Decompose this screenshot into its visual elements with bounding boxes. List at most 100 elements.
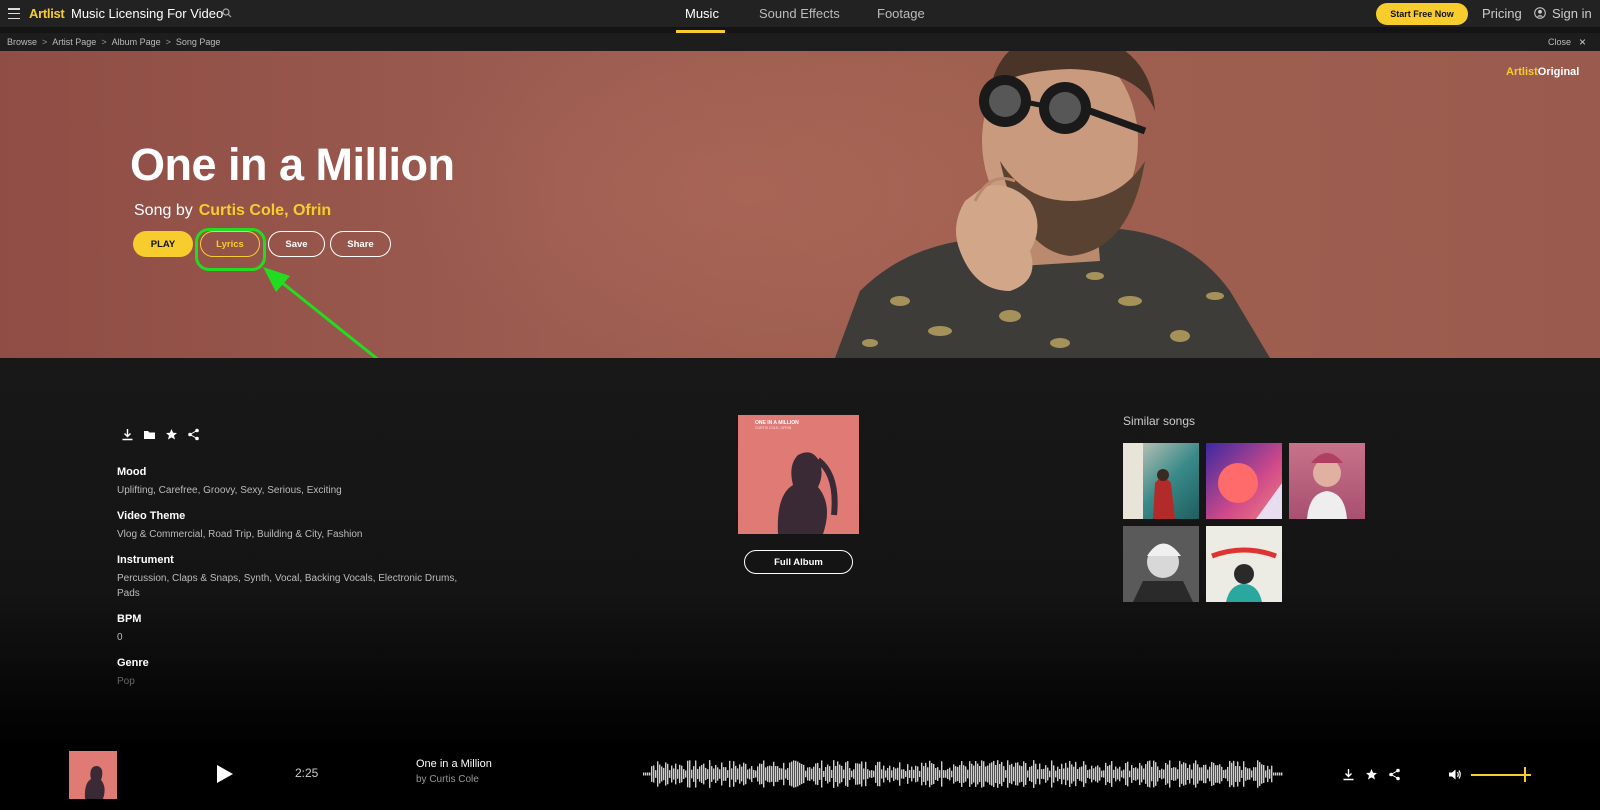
similar-song-cover[interactable] bbox=[1206, 443, 1282, 519]
waveform-bar bbox=[743, 762, 745, 786]
waveform-bar bbox=[807, 767, 809, 781]
player-action-icons bbox=[1342, 768, 1401, 781]
cover-art bbox=[1123, 526, 1199, 602]
waveform-bar bbox=[1147, 761, 1149, 787]
breadcrumb-separator: > bbox=[42, 37, 48, 47]
waveform-bar bbox=[855, 763, 857, 785]
waveform-bar bbox=[697, 768, 699, 780]
waveform-bar bbox=[877, 761, 879, 787]
waveform-bar bbox=[1233, 760, 1235, 788]
similar-song-cover[interactable] bbox=[1123, 526, 1199, 602]
play-icon[interactable] bbox=[216, 764, 234, 784]
song-details-section: Mood Uplifting, Carefree, Groovy, Sexy, … bbox=[0, 358, 1600, 748]
waveform-bar bbox=[1047, 767, 1049, 781]
breadcrumb-artist-page[interactable]: Artist Page bbox=[52, 37, 96, 47]
similar-song-cover[interactable] bbox=[1123, 443, 1199, 519]
close-icon[interactable]: × bbox=[1579, 35, 1586, 49]
waveform-bar bbox=[745, 763, 747, 785]
sign-in-link[interactable]: Sign in bbox=[1552, 6, 1592, 21]
song-by-line: Song by Curtis Cole, Ofrin bbox=[134, 202, 331, 220]
waveform-bar bbox=[1205, 764, 1207, 784]
waveform-bar bbox=[677, 769, 679, 779]
waveform-bar bbox=[951, 770, 953, 778]
breadcrumb-album-page[interactable]: Album Page bbox=[112, 37, 161, 47]
tab-sound-effects[interactable]: Sound Effects bbox=[759, 6, 840, 21]
start-free-button[interactable]: Start Free Now bbox=[1376, 3, 1468, 25]
waveform-bar bbox=[969, 761, 971, 787]
audio-player-bar: 2:25 One in a Million by Curtis Cole bbox=[0, 748, 1600, 810]
artist-links[interactable]: Curtis Cole, Ofrin bbox=[199, 202, 331, 219]
album-cover[interactable]: ONE IN A MILLION CURTIS COLE, OFRIN bbox=[738, 415, 859, 534]
waveform-bar bbox=[1105, 762, 1107, 786]
waveform-bar bbox=[977, 763, 979, 785]
waveform-bar bbox=[1275, 772, 1277, 776]
waveform-bar bbox=[783, 762, 785, 786]
waveform-bar bbox=[1011, 763, 1013, 785]
video-theme-label: Video Theme bbox=[117, 510, 186, 522]
play-button[interactable]: PLAY bbox=[133, 231, 193, 257]
waveform-bar bbox=[735, 765, 737, 783]
player-track-title[interactable]: One in a Million bbox=[416, 758, 492, 770]
download-icon[interactable] bbox=[121, 428, 134, 441]
player-album-thumbnail[interactable] bbox=[69, 751, 117, 799]
waveform-bar bbox=[1163, 769, 1165, 779]
instrument-value[interactable]: Percussion, Claps & Snaps, Synth, Vocal,… bbox=[117, 571, 477, 601]
video-theme-value[interactable]: Vlog & Commercial, Road Trip, Building &… bbox=[117, 527, 477, 542]
waveform-bar bbox=[1003, 766, 1005, 782]
waveform-bar bbox=[1161, 768, 1163, 780]
save-button[interactable]: Save bbox=[268, 231, 325, 257]
waveform-bar bbox=[685, 770, 687, 778]
breadcrumb-song-page[interactable]: Song Page bbox=[176, 37, 221, 47]
waveform-bar bbox=[1087, 770, 1089, 778]
waveform-bar bbox=[683, 769, 685, 779]
waveform-bar bbox=[873, 770, 875, 778]
waveform-bar bbox=[983, 761, 985, 787]
waveform-bar bbox=[769, 765, 771, 783]
waveform-bar bbox=[757, 766, 759, 782]
hamburger-menu-icon[interactable] bbox=[8, 8, 20, 19]
waveform-bar bbox=[957, 766, 959, 782]
folder-icon[interactable] bbox=[143, 428, 156, 441]
waveform-bar bbox=[771, 766, 773, 782]
tab-footage[interactable]: Footage bbox=[877, 6, 925, 21]
waveform-bar bbox=[795, 760, 797, 788]
waveform-bar bbox=[1207, 769, 1209, 779]
mood-value[interactable]: Uplifting, Carefree, Groovy, Sexy, Serio… bbox=[117, 483, 477, 498]
similar-song-cover[interactable] bbox=[1289, 443, 1365, 519]
download-icon[interactable] bbox=[1342, 768, 1355, 781]
close-link[interactable]: Close bbox=[1548, 37, 1571, 47]
waveform-bar bbox=[655, 770, 657, 778]
album-cover-figure bbox=[777, 452, 838, 534]
pricing-link[interactable]: Pricing bbox=[1482, 6, 1522, 21]
lyrics-highlight-annotation bbox=[195, 228, 266, 271]
user-icon[interactable] bbox=[1534, 7, 1546, 19]
similar-song-cover[interactable] bbox=[1206, 526, 1282, 602]
waveform-bar bbox=[1115, 766, 1117, 782]
full-album-button[interactable]: Full Album bbox=[744, 550, 853, 574]
artlist-logo[interactable]: Artlist bbox=[29, 6, 65, 21]
star-icon[interactable] bbox=[1365, 768, 1378, 781]
genre-value[interactable]: Pop bbox=[117, 674, 477, 689]
search-icon[interactable] bbox=[222, 8, 232, 18]
waveform-bar bbox=[847, 761, 849, 787]
share-button[interactable]: Share bbox=[330, 231, 391, 257]
share-icon[interactable] bbox=[1388, 768, 1401, 781]
waveform-bar bbox=[907, 764, 909, 784]
waveform-bar bbox=[1223, 770, 1225, 778]
waveform-bar bbox=[739, 764, 741, 784]
waveform[interactable] bbox=[643, 754, 1283, 794]
waveform-bar bbox=[645, 772, 647, 776]
waveform-bar bbox=[1091, 765, 1093, 783]
waveform-bar bbox=[893, 767, 895, 781]
volume-slider-handle[interactable] bbox=[1524, 767, 1526, 782]
breadcrumb-browse[interactable]: Browse bbox=[7, 37, 37, 47]
waveform-bar bbox=[669, 770, 671, 778]
tab-music[interactable]: Music bbox=[685, 6, 719, 21]
share-icon[interactable] bbox=[187, 428, 200, 441]
waveform-bar bbox=[1215, 765, 1217, 783]
waveform-bar bbox=[979, 765, 981, 783]
star-icon[interactable] bbox=[165, 428, 178, 441]
player-track-artist[interactable]: by Curtis Cole bbox=[416, 774, 479, 785]
volume-slider[interactable] bbox=[1471, 774, 1531, 776]
volume-icon[interactable] bbox=[1448, 768, 1462, 781]
